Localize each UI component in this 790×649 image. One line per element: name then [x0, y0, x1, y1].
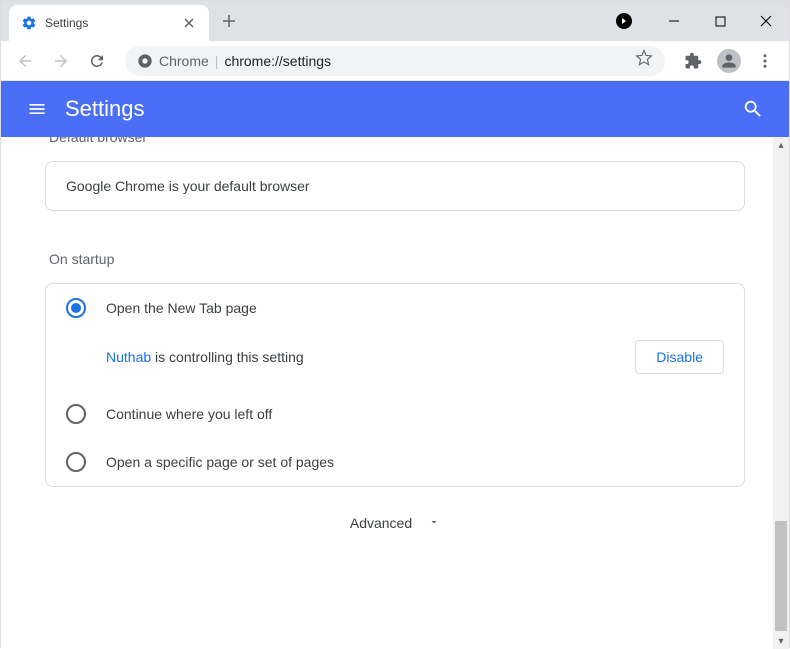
startup-option-label: Open a specific page or set of pages — [106, 454, 334, 470]
controlling-suffix: is controlling this setting — [151, 349, 304, 365]
forward-button[interactable] — [45, 45, 77, 77]
disable-extension-button[interactable]: Disable — [635, 340, 724, 374]
hamburger-icon — [27, 99, 47, 119]
address-bar[interactable]: Chrome | chrome://settings — [125, 46, 665, 76]
tab-title: Settings — [45, 16, 173, 30]
menu-button[interactable] — [749, 45, 781, 77]
minimize-button[interactable] — [651, 1, 697, 41]
advanced-toggle[interactable]: Advanced — [45, 487, 745, 551]
window-titlebar: Settings — [1, 1, 789, 41]
startup-option-label: Continue where you left off — [106, 406, 272, 422]
media-control-button[interactable] — [604, 1, 644, 41]
close-window-button[interactable] — [743, 1, 789, 41]
profile-button[interactable] — [713, 45, 745, 77]
startup-option-newtab[interactable]: Open the New Tab page — [46, 284, 744, 332]
search-icon — [742, 98, 764, 120]
startup-option-label: Open the New Tab page — [106, 300, 257, 316]
site-label: Chrome — [159, 53, 209, 69]
settings-header: Settings — [1, 81, 789, 137]
search-settings-button[interactable] — [733, 89, 773, 129]
browser-toolbar: Chrome | chrome://settings — [1, 41, 789, 81]
hamburger-menu-button[interactable] — [17, 89, 57, 129]
default-browser-message: Google Chrome is your default browser — [46, 162, 744, 210]
startup-card: Open the New Tab page Nuthab is controll… — [45, 283, 745, 487]
default-browser-card: Google Chrome is your default browser — [45, 161, 745, 211]
close-tab-icon[interactable] — [181, 15, 197, 31]
extension-control-notice: Nuthab is controlling this setting Disab… — [46, 332, 744, 390]
avatar-icon — [717, 49, 741, 73]
radio-selected-icon — [66, 298, 86, 318]
chrome-icon — [137, 53, 153, 69]
controlling-extension-link[interactable]: Nuthab — [106, 349, 151, 365]
startup-option-specific[interactable]: Open a specific page or set of pages — [46, 438, 744, 486]
gear-icon — [21, 15, 37, 31]
settings-content: Default browser Google Chrome is your de… — [1, 137, 789, 649]
section-default-browser-heading: Default browser — [45, 137, 745, 161]
advanced-label: Advanced — [350, 515, 412, 531]
play-icon — [616, 13, 632, 29]
startup-option-continue[interactable]: Continue where you left off — [46, 390, 744, 438]
reload-button[interactable] — [81, 45, 113, 77]
scrollbar-track[interactable]: ▴ ▾ — [773, 137, 789, 649]
chevron-down-icon — [428, 515, 440, 531]
radio-unselected-icon — [66, 404, 86, 424]
browser-tab[interactable]: Settings — [9, 5, 209, 41]
divider: | — [215, 53, 219, 69]
scroll-up-arrow-icon[interactable]: ▴ — [773, 137, 789, 153]
maximize-button[interactable] — [697, 1, 743, 41]
new-tab-button[interactable] — [215, 7, 243, 35]
page-title: Settings — [65, 96, 733, 122]
bookmark-star-icon[interactable] — [635, 49, 653, 72]
scrollbar-thumb[interactable] — [775, 521, 787, 631]
window-controls — [651, 1, 789, 41]
site-info[interactable]: Chrome | — [137, 53, 218, 69]
radio-unselected-icon — [66, 452, 86, 472]
extensions-button[interactable] — [677, 45, 709, 77]
scroll-down-arrow-icon[interactable]: ▾ — [773, 633, 789, 649]
section-startup-heading: On startup — [45, 251, 745, 283]
url-text: chrome://settings — [224, 53, 629, 69]
back-button[interactable] — [9, 45, 41, 77]
